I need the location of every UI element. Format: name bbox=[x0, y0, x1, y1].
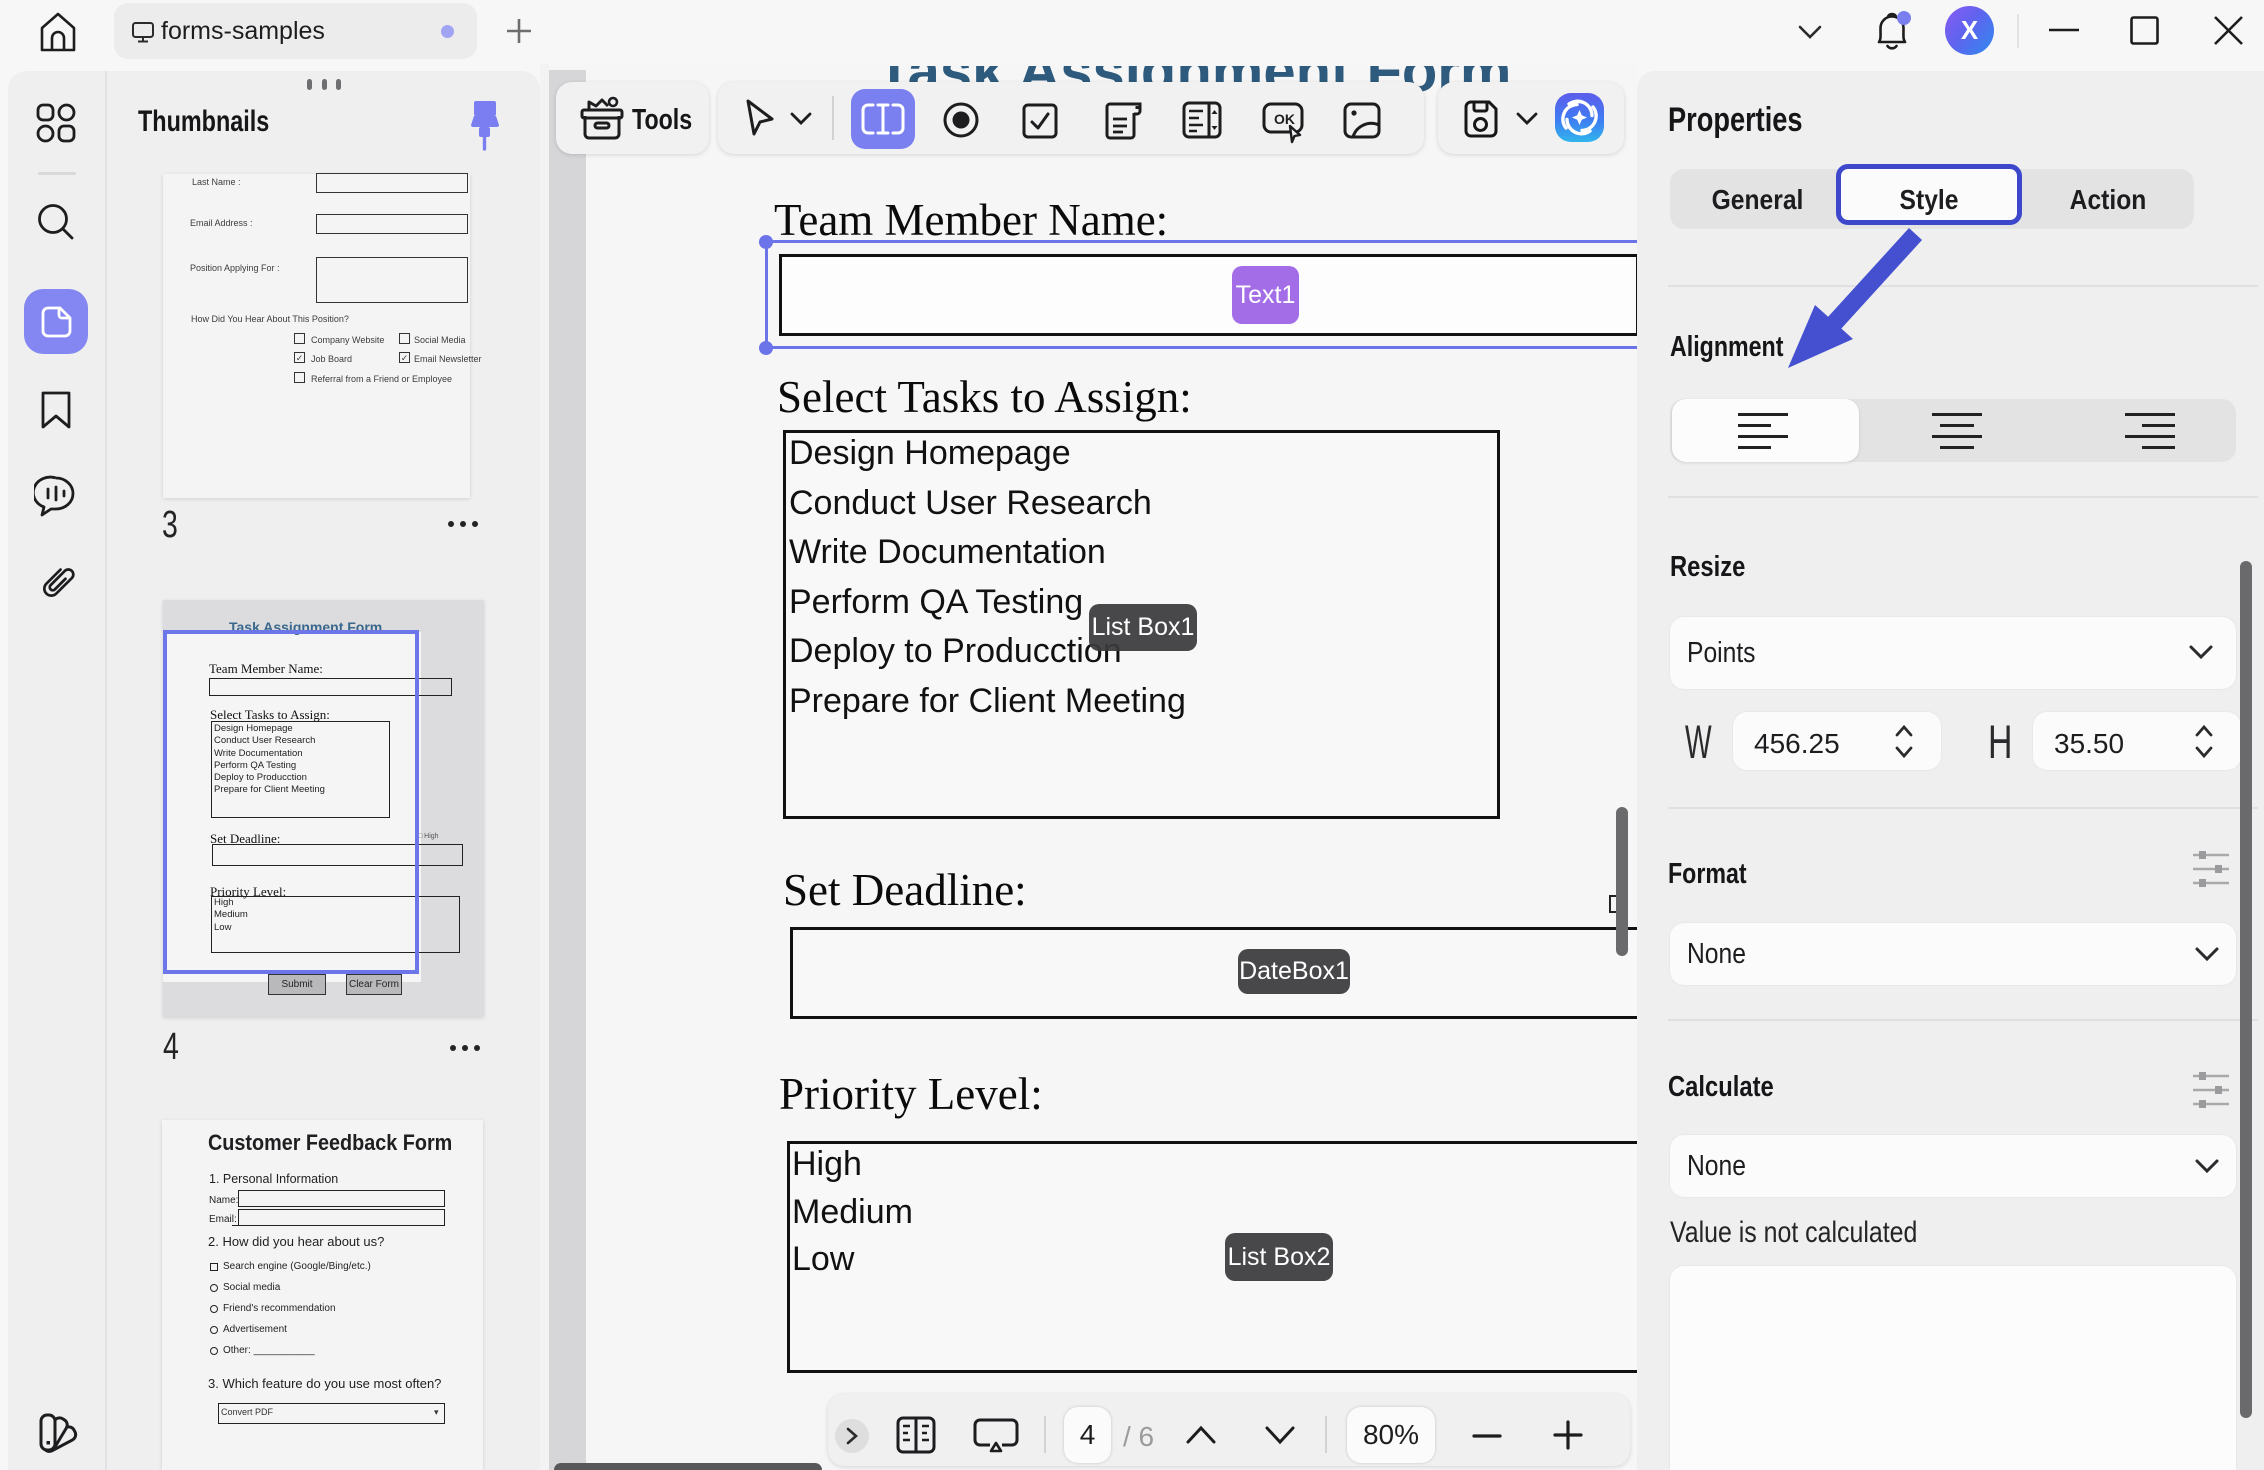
svg-text:OK: OK bbox=[1274, 111, 1295, 127]
